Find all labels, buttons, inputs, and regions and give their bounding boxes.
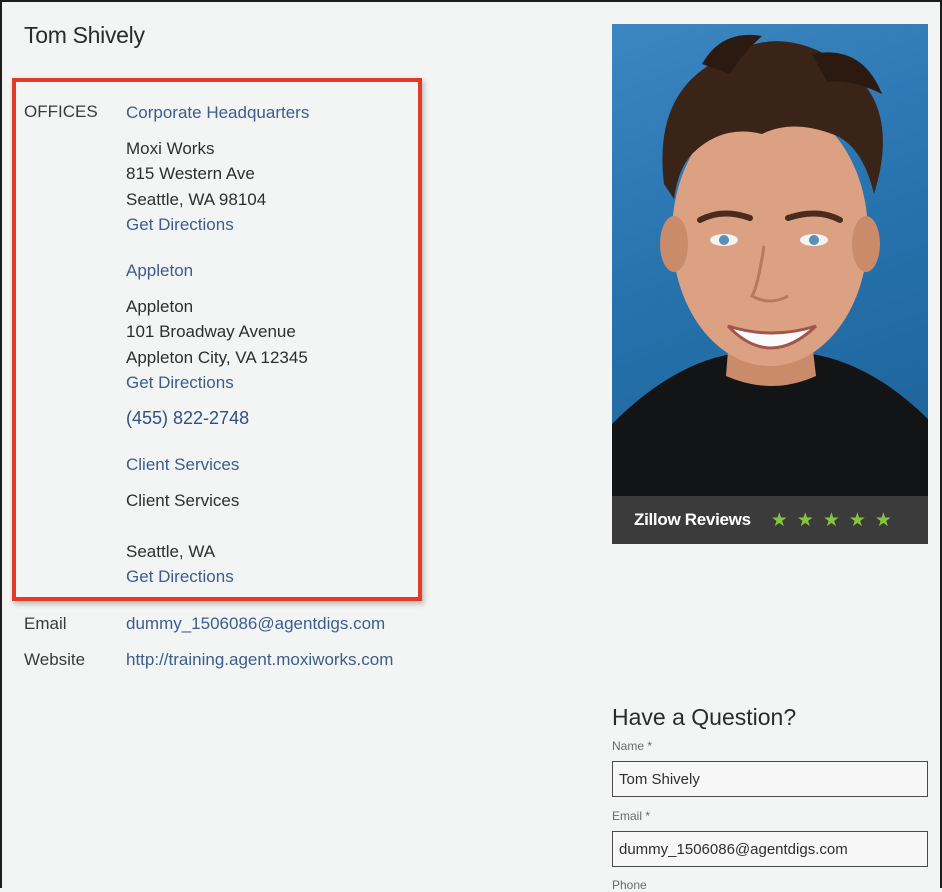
question-form-title: Have a Question? xyxy=(612,704,797,730)
email-field-label: Email * xyxy=(612,809,651,823)
agent-portrait-illustration xyxy=(612,34,928,496)
office-title-appleton[interactable]: Appleton xyxy=(126,261,193,281)
office-phone-link[interactable]: (455) 822-2748 xyxy=(126,408,249,429)
website-link[interactable]: http://training.agent.moxiworks.com xyxy=(126,650,393,670)
get-directions-link[interactable]: Get Directions xyxy=(126,567,234,587)
office-address-line: 815 Western Ave xyxy=(126,164,255,183)
phone-field-label: Phone xyxy=(612,878,647,892)
office-address-line: 101 Broadway Avenue xyxy=(126,322,296,341)
rating-stars: ★ ★ ★ ★ ★ xyxy=(771,511,892,530)
star-icon: ★ xyxy=(874,509,892,531)
agent-name: Tom Shively xyxy=(24,22,145,48)
email-input[interactable] xyxy=(612,831,928,867)
name-field-label: Name * xyxy=(612,739,653,753)
office-address-line: Seattle, WA 98104 xyxy=(126,190,267,209)
website-label: Website xyxy=(24,650,86,669)
email-label: Email xyxy=(24,614,67,633)
star-icon: ★ xyxy=(796,509,814,531)
zillow-reviews-bar[interactable]: Zillow Reviews ★ ★ ★ ★ ★ xyxy=(612,496,928,544)
star-icon: ★ xyxy=(770,509,788,531)
get-directions-link[interactable]: Get Directions xyxy=(126,373,234,393)
name-input[interactable] xyxy=(612,761,928,797)
office-address-line: Client Services xyxy=(126,491,240,510)
agent-photo: Zillow Reviews ★ ★ ★ ★ ★ xyxy=(612,24,928,544)
get-directions-link[interactable]: Get Directions xyxy=(126,215,234,235)
office-address-line: Appleton xyxy=(126,297,194,316)
offices-label: OFFICES xyxy=(24,102,98,121)
email-link[interactable]: dummy_1506086@agentdigs.com xyxy=(126,614,385,634)
star-icon: ★ xyxy=(822,509,840,531)
zillow-reviews-label: Zillow Reviews xyxy=(634,510,751,529)
office-title-corporate-headquarters[interactable]: Corporate Headquarters xyxy=(126,103,309,123)
office-address-line: Seattle, WA xyxy=(126,542,216,561)
office-address-line: Moxi Works xyxy=(126,139,215,158)
star-icon: ★ xyxy=(848,509,866,531)
office-title-client-services[interactable]: Client Services xyxy=(126,455,239,475)
office-address-line: Appleton City, VA 12345 xyxy=(126,348,308,367)
